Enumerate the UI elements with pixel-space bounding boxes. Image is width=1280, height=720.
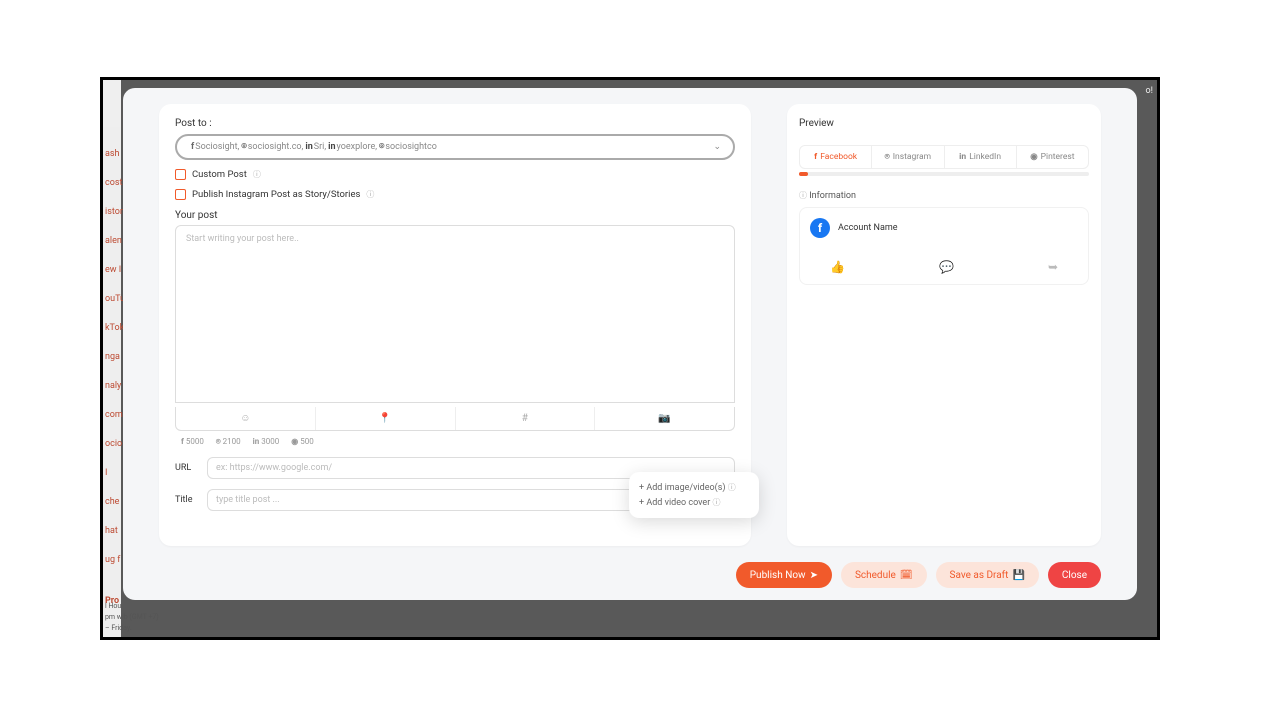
send-icon: ➤ bbox=[810, 570, 818, 581]
calendar-icon: 🗓 bbox=[900, 570, 913, 581]
instagram-icon: ⌾ bbox=[885, 152, 890, 162]
facebook-avatar-icon: f bbox=[810, 218, 830, 238]
tab-linkedin[interactable]: inLinkedIn bbox=[944, 146, 1016, 168]
linkedin-icon: in bbox=[328, 142, 335, 152]
info-icon[interactable]: ⓘ bbox=[253, 169, 261, 180]
post-textarea[interactable] bbox=[175, 225, 735, 403]
postto-select[interactable]: f Sociosight, ⌾ sociosight.co, in Sri, i… bbox=[175, 134, 735, 160]
info-icon[interactable]: ⓘ bbox=[728, 483, 736, 492]
your-post-label: Your post bbox=[175, 210, 735, 221]
pinterest-icon: ◉ bbox=[291, 437, 298, 446]
linkedin-icon: in bbox=[305, 142, 312, 152]
pinterest-icon: ◉ bbox=[1030, 152, 1037, 162]
tab-pinterest[interactable]: ◉Pinterest bbox=[1016, 146, 1088, 168]
custom-post-checkbox[interactable] bbox=[175, 169, 186, 180]
postto-label: Post to : bbox=[175, 118, 735, 129]
info-icon: ⓘ bbox=[799, 191, 807, 200]
story-checkbox[interactable] bbox=[175, 189, 186, 200]
save-draft-button[interactable]: Save as Draft 💾 bbox=[936, 562, 1039, 588]
facebook-icon: f bbox=[191, 142, 194, 152]
footer-peek: l Hou pm wib (GMT +7) – Friday. bbox=[105, 601, 159, 634]
tabs-progress bbox=[799, 172, 1089, 176]
emoji-button[interactable]: ☺ bbox=[176, 407, 315, 430]
char-counters: f5000 ⌾2100 in3000 ◉500 bbox=[175, 431, 735, 457]
title-label: Title bbox=[175, 495, 199, 505]
compose-modal: Post to : f Sociosight, ⌾ sociosight.co,… bbox=[123, 88, 1137, 600]
share-icon[interactable]: ➥ bbox=[1048, 260, 1058, 274]
hashtag-button[interactable]: # bbox=[455, 407, 595, 430]
add-cover-button[interactable]: + Add video cover ⓘ bbox=[639, 495, 749, 510]
location-button[interactable]: 📍 bbox=[315, 407, 455, 430]
tab-facebook[interactable]: fFacebook bbox=[800, 146, 871, 168]
instagram-icon: ⌾ bbox=[379, 142, 384, 152]
linkedin-icon: in bbox=[959, 152, 966, 162]
schedule-button[interactable]: Schedule 🗓 bbox=[841, 562, 927, 588]
story-label: Publish Instagram Post as Story/Stories bbox=[192, 189, 360, 200]
account-name: Account Name bbox=[838, 223, 898, 233]
compose-panel: Post to : f Sociosight, ⌾ sociosight.co,… bbox=[159, 104, 751, 546]
url-label: URL bbox=[175, 463, 199, 473]
linkedin-icon: in bbox=[253, 437, 260, 446]
instagram-icon: ⌾ bbox=[241, 142, 246, 152]
preview-card: f Account Name 👍 💬 ➥ bbox=[799, 207, 1089, 285]
preview-panel: Preview fFacebook ⌾Instagram inLinkedIn … bbox=[787, 104, 1101, 546]
camera-button[interactable]: 📷 bbox=[594, 407, 734, 430]
publish-now-button[interactable]: Publish Now ➤ bbox=[736, 562, 832, 588]
info-icon[interactable]: ⓘ bbox=[366, 189, 374, 200]
preview-tabs: fFacebook ⌾Instagram inLinkedIn ◉Pintere… bbox=[799, 145, 1089, 169]
facebook-icon: f bbox=[181, 437, 184, 446]
tab-instagram[interactable]: ⌾Instagram bbox=[871, 146, 943, 168]
modal-actions: Publish Now ➤ Schedule 🗓 Save as Draft 💾… bbox=[123, 554, 1137, 600]
chevron-down-icon: ⌄ bbox=[713, 142, 721, 152]
comment-icon[interactable]: 💬 bbox=[939, 260, 954, 274]
close-button[interactable]: Close bbox=[1048, 562, 1101, 588]
custom-post-label: Custom Post bbox=[192, 169, 247, 180]
info-label: Information bbox=[809, 191, 856, 201]
save-icon: 💾 bbox=[1012, 570, 1024, 581]
media-popover: + Add image/video(s) ⓘ + Add video cover… bbox=[629, 472, 759, 518]
info-icon[interactable]: ⓘ bbox=[713, 498, 721, 507]
preview-title: Preview bbox=[799, 118, 1089, 129]
add-media-button[interactable]: + Add image/video(s) ⓘ bbox=[639, 480, 749, 495]
editor-toolbar: ☺ 📍 # 📷 bbox=[175, 407, 735, 431]
facebook-icon: f bbox=[814, 152, 817, 162]
greeting-peek: o! bbox=[1146, 86, 1153, 96]
like-icon[interactable]: 👍 bbox=[830, 260, 845, 274]
instagram-icon: ⌾ bbox=[216, 437, 221, 446]
sidebar-peek: ash cost istor alen ew I ouTu kTok nga n… bbox=[105, 140, 125, 616]
